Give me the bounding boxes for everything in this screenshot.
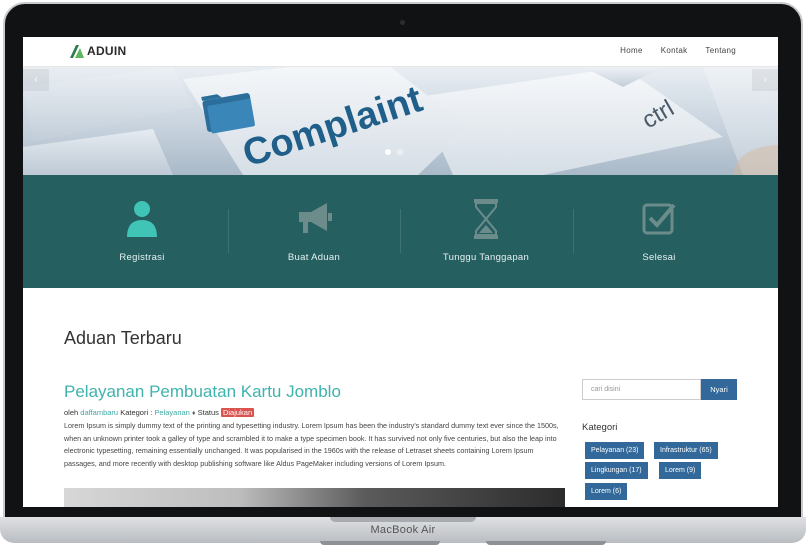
post-category-link[interactable]: Pelayanan bbox=[154, 408, 189, 417]
nav-links: Home Kontak Tentang bbox=[620, 46, 736, 55]
hourglass-icon bbox=[474, 199, 498, 239]
brand-mark-icon bbox=[70, 45, 84, 58]
tag-icon: ♦ bbox=[191, 410, 196, 417]
post-body: Lorem Ipsum is simply dummy text of the … bbox=[64, 421, 559, 468]
step-label: Selesai bbox=[642, 252, 676, 263]
hero-prev-arrow[interactable]: ‹ bbox=[23, 69, 49, 91]
brand-name: ADUIN bbox=[87, 44, 127, 58]
hero-keyboard-image: Complaint ctrl bbox=[23, 67, 778, 175]
left-foot bbox=[320, 541, 440, 545]
meta-category: Kategori : bbox=[120, 408, 153, 417]
megaphone-icon bbox=[299, 203, 332, 233]
category-lingkungan[interactable]: Lingkungan (17) bbox=[585, 462, 648, 479]
hero-next-arrow[interactable]: › bbox=[752, 69, 778, 91]
search-input[interactable]: cari disini bbox=[582, 379, 701, 400]
camera bbox=[400, 20, 405, 25]
step-selesai: Selesai bbox=[573, 175, 745, 288]
section-title: Aduan Terbaru bbox=[64, 328, 182, 348]
device-label: MacBook Air bbox=[370, 524, 436, 536]
nav-home[interactable]: Home bbox=[620, 46, 643, 55]
brand-logo[interactable]: ADUIN bbox=[69, 43, 127, 59]
post-title[interactable]: Pelayanan Pembuatan Kartu Jomblo bbox=[64, 382, 341, 402]
category-lorem-9[interactable]: Lorem (9) bbox=[659, 462, 702, 479]
category-lorem-6[interactable]: Lorem (6) bbox=[585, 483, 628, 500]
hero-dot-1[interactable] bbox=[385, 149, 391, 155]
category-pelayanan[interactable]: Pelayanan (23) bbox=[585, 442, 645, 459]
base-notch bbox=[330, 517, 476, 522]
nav-kontak[interactable]: Kontak bbox=[661, 46, 688, 55]
step-registrasi: Registrasi bbox=[56, 175, 228, 288]
meta-status: Status bbox=[197, 408, 219, 417]
category-infrastruktur[interactable]: Infrastruktur (65) bbox=[654, 442, 718, 459]
hero-slider: Complaint ctrl ‹ › bbox=[23, 67, 778, 175]
steps-band: Registrasi Buat Aduan Tunggu Tanggapan S… bbox=[23, 175, 778, 288]
hero-dot-2[interactable] bbox=[397, 149, 403, 155]
step-tunggu-tanggapan: Tunggu Tanggapan bbox=[400, 175, 572, 288]
nav-tentang[interactable]: Tentang bbox=[705, 46, 736, 55]
hero-dots bbox=[385, 149, 403, 155]
post-meta: oleh daffambaru Kategori : Pelayanan ♦ S… bbox=[64, 408, 255, 417]
post-image bbox=[64, 488, 565, 507]
post-author-link[interactable]: daffambaru bbox=[80, 408, 118, 417]
meta-by: oleh bbox=[64, 408, 79, 417]
laptop-frame: MacBook Air ADUIN Home Kontak Tentang Co… bbox=[0, 0, 806, 547]
step-label: Tunggu Tanggapan bbox=[442, 252, 530, 263]
check-square-icon bbox=[642, 203, 676, 235]
status-badge: Diajukan bbox=[220, 408, 255, 417]
categories-title: Kategori bbox=[582, 422, 618, 433]
step-label: Buat Aduan bbox=[287, 252, 341, 263]
search-button[interactable]: Nyari bbox=[701, 379, 737, 400]
user-icon bbox=[127, 201, 157, 237]
screen: ADUIN Home Kontak Tentang Complaint ctrl… bbox=[23, 37, 778, 507]
step-label: Registrasi bbox=[119, 252, 165, 263]
step-buat-aduan: Buat Aduan bbox=[228, 175, 400, 288]
right-foot bbox=[486, 541, 606, 545]
navbar: ADUIN Home Kontak Tentang bbox=[23, 37, 778, 67]
